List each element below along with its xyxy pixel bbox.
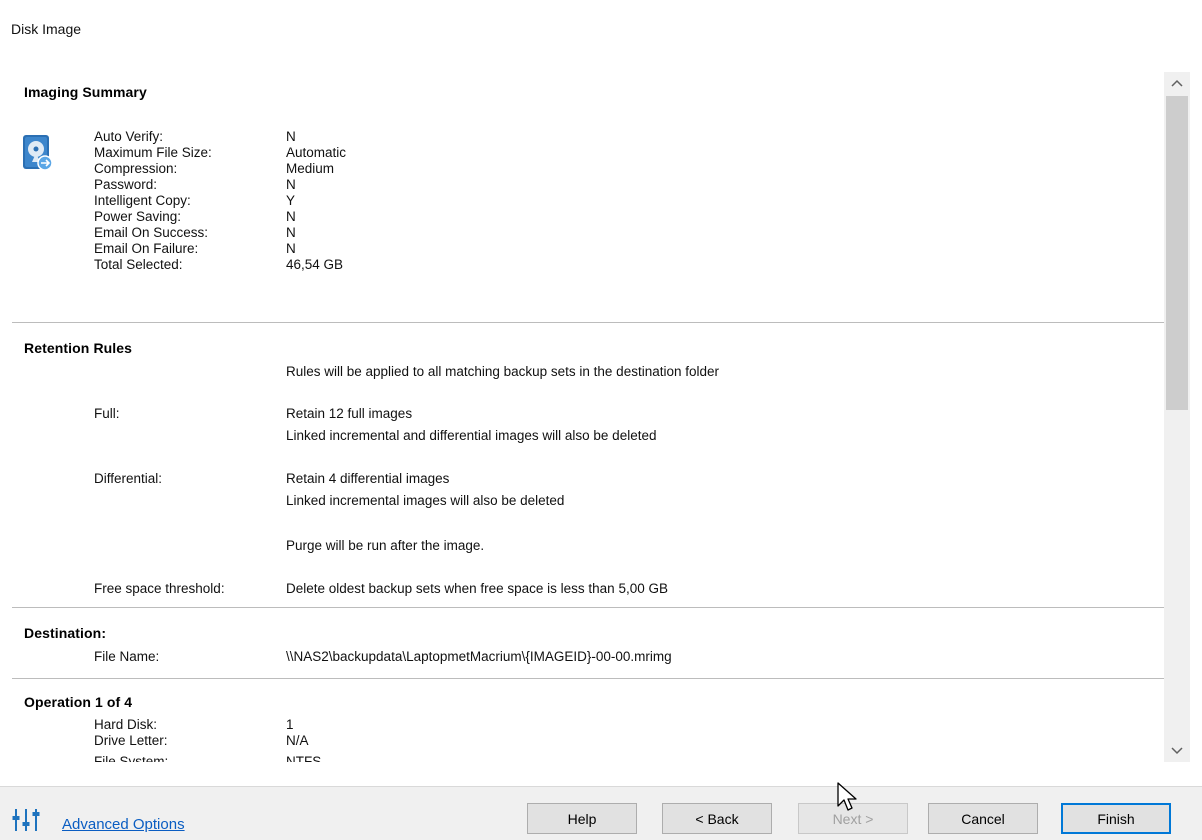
section-divider (12, 322, 1164, 323)
row-value: N (286, 129, 296, 144)
retention-full-line1: Retain 12 full images (286, 406, 413, 421)
help-button[interactable]: Help (527, 803, 637, 834)
advanced-options-link[interactable]: Advanced Options (62, 816, 185, 833)
retention-rules-heading: Retention Rules (24, 340, 133, 356)
operation-key: Hard Disk: (94, 717, 158, 732)
destination-file-key: File Name: (94, 649, 160, 664)
row-key: Auto Verify: (94, 129, 164, 144)
retention-full-line2: Linked incremental and differential imag… (286, 428, 657, 443)
row-value: N (286, 241, 296, 256)
retention-full-key: Full: (94, 406, 120, 421)
wizard-footer: Advanced Options Help < Back Next > Canc… (0, 786, 1202, 840)
operation-key: Drive Letter: (94, 733, 168, 748)
destination-heading: Destination: (24, 625, 107, 641)
retention-threshold-key: Free space threshold: (94, 581, 225, 596)
operation-heading: Operation 1 of 4 (24, 694, 133, 710)
advanced-options-icon[interactable] (12, 807, 42, 833)
section-divider (12, 607, 1164, 608)
row-value: N (286, 177, 296, 192)
window-title: Disk Image (11, 21, 82, 37)
row-value: Medium (286, 161, 335, 176)
row-value: N (286, 225, 296, 240)
row-key: Email On Success: (94, 225, 209, 240)
row-key: Password: (94, 177, 158, 192)
row-key: Total Selected: (94, 257, 183, 272)
back-button[interactable]: < Back (662, 803, 772, 834)
retention-intro: Rules will be applied to all matching ba… (286, 364, 720, 379)
imaging-summary-table: Auto Verify: N Maximum File Size: Automa… (12, 129, 712, 289)
scroll-down-icon[interactable] (1164, 740, 1190, 762)
retention-diff-line2: Linked incremental images will also be d… (286, 493, 565, 508)
row-value: 46,54 GB (286, 257, 344, 272)
row-value: N (286, 209, 296, 224)
cancel-button[interactable]: Cancel (928, 803, 1038, 834)
row-value: Automatic (286, 145, 347, 160)
vertical-scrollbar[interactable] (1164, 72, 1190, 762)
row-key: Maximum File Size: (94, 145, 212, 160)
operation-value: 1 (286, 717, 294, 732)
retention-diff-line1: Retain 4 differential images (286, 471, 450, 486)
mouse-cursor-icon (837, 782, 857, 811)
scroll-up-icon[interactable] (1164, 72, 1190, 94)
row-key: Intelligent Copy: (94, 193, 191, 208)
destination-file-value: \\NAS2\backupdata\LaptopmetMacrium\{IMAG… (286, 649, 672, 664)
section-divider (12, 678, 1164, 679)
row-key: Email On Failure: (94, 241, 199, 256)
retention-purge: Purge will be run after the image. (286, 538, 485, 553)
row-key: Compression: (94, 161, 178, 176)
imaging-summary-heading: Imaging Summary (24, 84, 147, 100)
scrollbar-thumb[interactable] (1166, 96, 1188, 410)
operation-value: N/A (286, 733, 309, 748)
summary-pane[interactable]: Imaging Summary Auto Verify: N Maximum F… (12, 72, 1164, 762)
operation-value: NTFS (286, 754, 322, 762)
retention-threshold-value: Delete oldest backup sets when free spac… (286, 581, 668, 596)
operation-key: File System: (94, 754, 169, 762)
row-value: Y (286, 193, 296, 208)
retention-diff-key: Differential: (94, 471, 163, 486)
row-key: Power Saving: (94, 209, 182, 224)
finish-button[interactable]: Finish (1061, 803, 1171, 834)
